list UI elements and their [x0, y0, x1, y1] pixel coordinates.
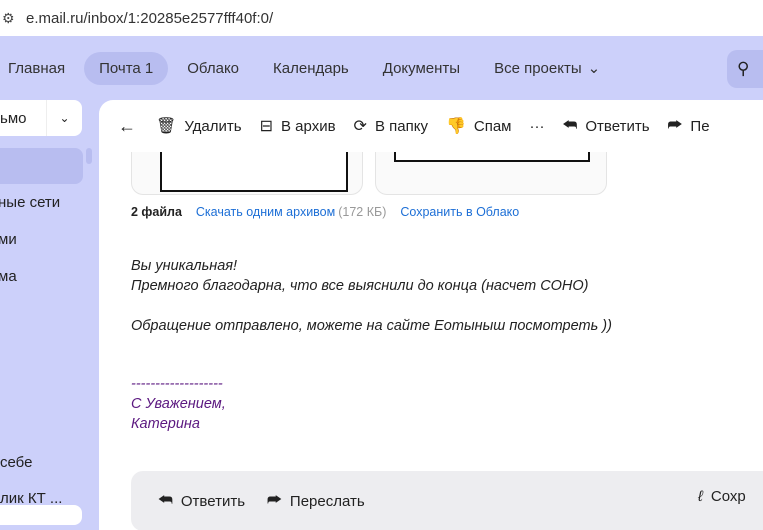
chevron-down-icon[interactable]: ⌄	[46, 100, 82, 136]
compose-label: ьмо	[0, 109, 27, 127]
document-preview	[160, 152, 348, 192]
spam-button[interactable]: 👎 Спам	[446, 116, 512, 136]
archive-size: (172 КБ)	[338, 205, 387, 219]
compose-button[interactable]: ьмо ⌄	[0, 100, 82, 136]
delete-button[interactable]: 🗑 Удалить	[156, 116, 242, 136]
signature-icon: ℓ	[698, 488, 703, 505]
forward-icon: ⮫	[267, 492, 282, 509]
quick-reply-bar: ⮪ Ответить ⮫ Переслать ℓ Сохр	[131, 471, 763, 530]
forward-icon: ⮫	[667, 117, 683, 134]
archive-icon: ⊟	[259, 118, 273, 135]
sidebar-item-self[interactable]: себе	[0, 454, 32, 471]
attachments-count: 2 файла	[131, 205, 182, 219]
archive-label: В архив	[281, 117, 336, 135]
chevron-down-icon: ⌄	[587, 60, 601, 77]
download-archive-link[interactable]: Скачать одним архивом	[196, 205, 335, 219]
move-button[interactable]: ⟳ В папку	[354, 116, 428, 136]
reply-label: Ответить	[180, 492, 246, 510]
nav-all-projects-label: Все проекты	[494, 60, 582, 77]
address-bar[interactable]: ⚙ e.mail.ru/inbox/1:20285e2577fff40f:0/	[0, 0, 763, 36]
sidebar-item[interactable]: ма	[0, 268, 17, 285]
forward-label: Пе	[690, 117, 710, 135]
nav-documents[interactable]: Документы	[368, 52, 475, 85]
reply-label: Ответить	[585, 117, 650, 135]
attachments-bar: 2 файла Скачать одним архивом (172 КБ) С…	[131, 205, 519, 219]
nav-calendar[interactable]: Календарь	[258, 52, 364, 85]
url-text: e.mail.ru/inbox/1:20285e2577fff40f:0/	[26, 9, 274, 27]
bottom-reply-button[interactable]: ⮪ Ответить	[158, 492, 245, 510]
sidebar-item-social[interactable]: ные сети	[0, 194, 60, 211]
more-button[interactable]: ···	[530, 118, 545, 135]
thumbs-down-icon: 👎	[445, 118, 466, 135]
sidebar-item[interactable]: ми	[0, 231, 17, 248]
site-settings-icon[interactable]: ⚙	[2, 10, 22, 27]
save-label: Сохр	[710, 488, 746, 505]
message-toolbar: ← 🗑 Удалить ⊟ В архив ⟳ В папку 👎 Спам ··· ⮪…	[99, 100, 763, 152]
back-button[interactable]: ←	[118, 116, 136, 137]
forward-label: Переслать	[289, 492, 365, 510]
archive-button[interactable]: ⊟ В архив	[260, 116, 336, 136]
signature-line: Катерина	[131, 416, 200, 432]
message-line: Обращение отправлено, можете на сайте Ео…	[131, 318, 612, 334]
sidebar-item-inbox[interactable]	[0, 148, 83, 184]
reply-icon: ⮪	[158, 492, 173, 509]
arrow-left-icon: ←	[118, 115, 136, 136]
signature: ------------------- С Уважением, Катерин…	[131, 374, 226, 434]
save-button[interactable]: ℓ Сохр	[698, 488, 746, 505]
spam-label: Спам	[473, 117, 512, 135]
nav-all-projects[interactable]: Все проекты ⌄	[479, 51, 615, 85]
nav-home[interactable]: Главная	[0, 52, 80, 85]
signature-line: С Уважением,	[131, 396, 226, 412]
folder-move-icon: ⟳	[353, 118, 367, 135]
document-preview	[394, 152, 590, 162]
trash-icon: 🗑	[156, 118, 177, 135]
sidebar-scrollbar[interactable]	[86, 148, 92, 164]
search-icon: ⚲	[737, 59, 750, 78]
reply-icon: ⮪	[562, 117, 578, 134]
nav-mail[interactable]: Почта 1	[84, 51, 169, 85]
bottom-forward-button[interactable]: ⮫ Переслать	[267, 492, 365, 510]
message-line: Вы уникальная!	[131, 258, 238, 274]
nav-cloud[interactable]: Облако	[172, 52, 254, 85]
message-body: Вы уникальная! Премного благодарна, что …	[131, 256, 612, 336]
sidebar-panel	[0, 505, 82, 525]
search-button[interactable]: ⚲	[727, 50, 763, 88]
forward-button[interactable]: ⮫ Пе	[668, 117, 710, 135]
signature-line: -------------------	[131, 376, 223, 392]
message-view: ← 🗑 Удалить ⊟ В архив ⟳ В папку 👎 Спам ··· ⮪…	[99, 100, 763, 530]
delete-label: Удалить	[184, 117, 242, 135]
attachment-thumbnail-2[interactable]	[375, 152, 607, 195]
attachment-thumbnail-1[interactable]	[131, 152, 363, 195]
save-to-cloud-link[interactable]: Сохранить в Облако	[400, 205, 519, 219]
move-label: В папку	[374, 117, 428, 135]
reply-button[interactable]: ⮪ Ответить	[563, 117, 650, 135]
top-nav: Главная Почта 1 Облако Календарь Докумен…	[0, 38, 763, 98]
message-line: Премного благодарна, что все выяснили до…	[131, 278, 589, 294]
